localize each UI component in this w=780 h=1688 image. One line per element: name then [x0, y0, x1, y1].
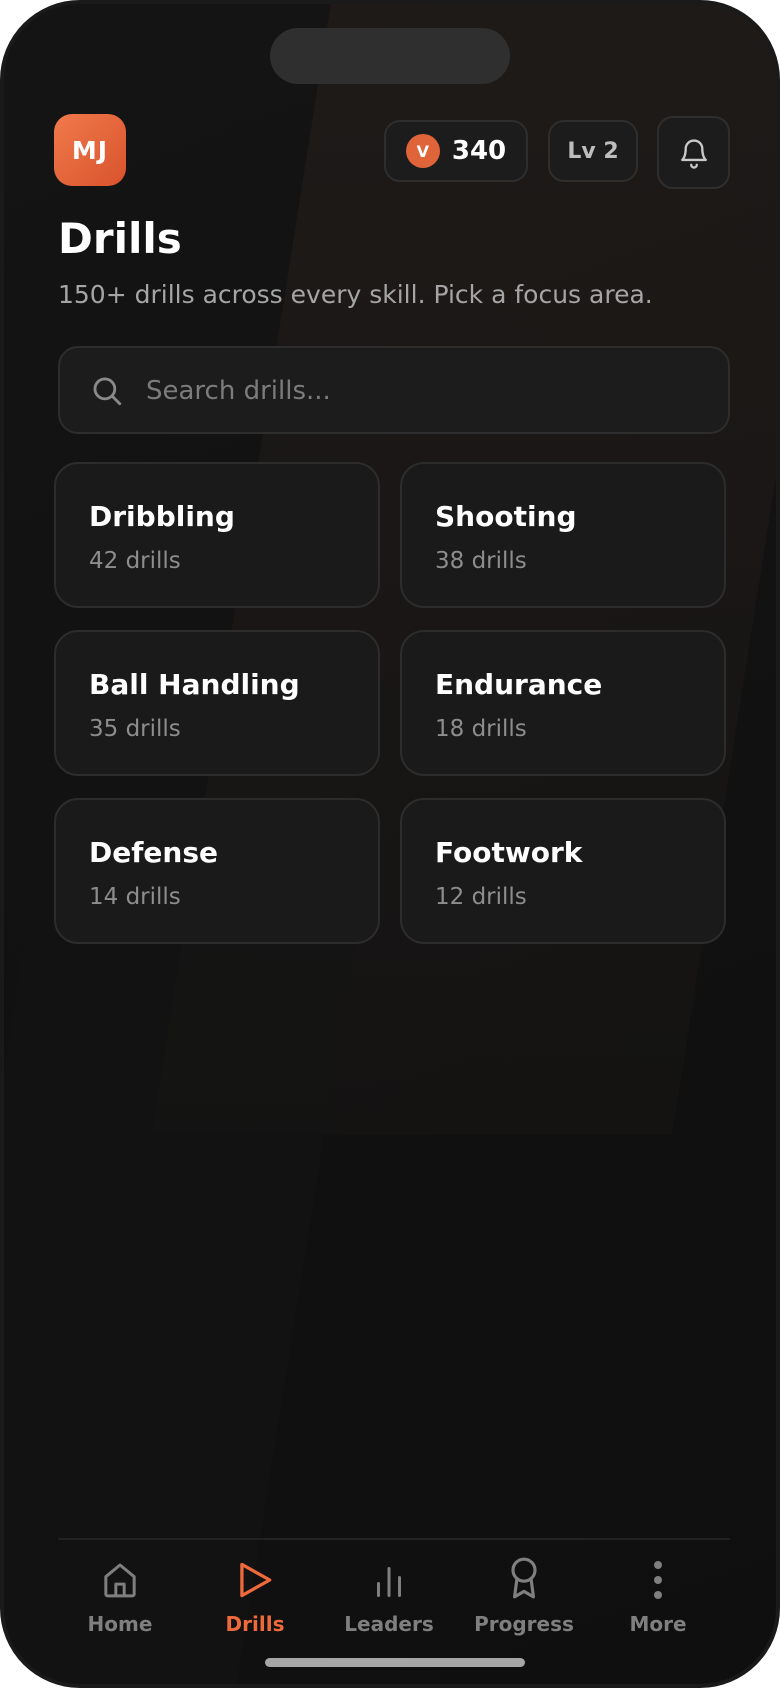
home-icon — [104, 1563, 136, 1598]
bar-chart-icon — [377, 1567, 401, 1597]
page-subtitle: 150+ drills across every skill. Pick a f… — [58, 280, 653, 309]
category-title: Shooting — [435, 500, 577, 533]
category-card-footwork[interactable]: Footwork 12 drills — [400, 798, 726, 944]
home-indicator — [265, 1658, 525, 1667]
page-title: Drills — [58, 214, 182, 263]
level-badge[interactable]: Lv 2 — [548, 120, 638, 182]
tab-label: Progress — [474, 1612, 574, 1636]
tab-more[interactable]: More — [598, 1554, 718, 1644]
tab-drills[interactable]: Drills — [195, 1554, 315, 1644]
tab-bar-divider — [58, 1538, 730, 1540]
search-bar[interactable] — [58, 346, 730, 434]
category-card-dribbling[interactable]: Dribbling 42 drills — [54, 462, 380, 608]
category-count: 12 drills — [435, 884, 527, 910]
category-count: 35 drills — [89, 716, 181, 742]
category-card-endurance[interactable]: Endurance 18 drills — [400, 630, 726, 776]
tab-label: Leaders — [344, 1612, 434, 1636]
app-screen: MJ V 340 Lv 2 Drills 150+ drills across … — [4, 4, 776, 1684]
tab-label: Home — [87, 1612, 153, 1636]
tab-label: More — [629, 1612, 687, 1636]
coin-icon: V — [405, 134, 440, 168]
tab-leaders[interactable]: Leaders — [329, 1554, 449, 1644]
category-title: Dribbling — [89, 500, 235, 533]
category-title: Ball Handling — [89, 668, 300, 701]
category-count: 38 drills — [435, 548, 527, 574]
category-title: Footwork — [435, 836, 583, 869]
coin-balance[interactable]: V 340 — [384, 120, 528, 182]
category-title: Defense — [89, 836, 218, 869]
phone-frame: MJ V 340 Lv 2 Drills 150+ drills across … — [0, 0, 780, 1688]
tab-label: Drills — [225, 1612, 285, 1636]
category-count: 14 drills — [89, 884, 181, 910]
coin-count: 340 — [451, 136, 507, 166]
category-count: 42 drills — [89, 548, 181, 574]
play-icon — [240, 1562, 272, 1598]
more-vertical-icon — [654, 1561, 662, 1599]
award-icon — [511, 1557, 537, 1599]
search-input[interactable] — [144, 348, 708, 434]
tab-home[interactable]: Home — [60, 1554, 180, 1644]
category-card-ball-handling[interactable]: Ball Handling 35 drills — [54, 630, 380, 776]
avatar[interactable]: MJ — [54, 114, 126, 186]
notifications-button[interactable] — [657, 116, 730, 189]
category-count: 18 drills — [435, 716, 527, 742]
tab-progress[interactable]: Progress — [464, 1554, 584, 1644]
category-title: Endurance — [435, 668, 603, 701]
dynamic-island — [270, 28, 510, 84]
bell-icon — [680, 138, 707, 169]
category-card-shooting[interactable]: Shooting 38 drills — [400, 462, 726, 608]
search-icon — [93, 377, 122, 406]
category-card-defense[interactable]: Defense 14 drills — [54, 798, 380, 944]
